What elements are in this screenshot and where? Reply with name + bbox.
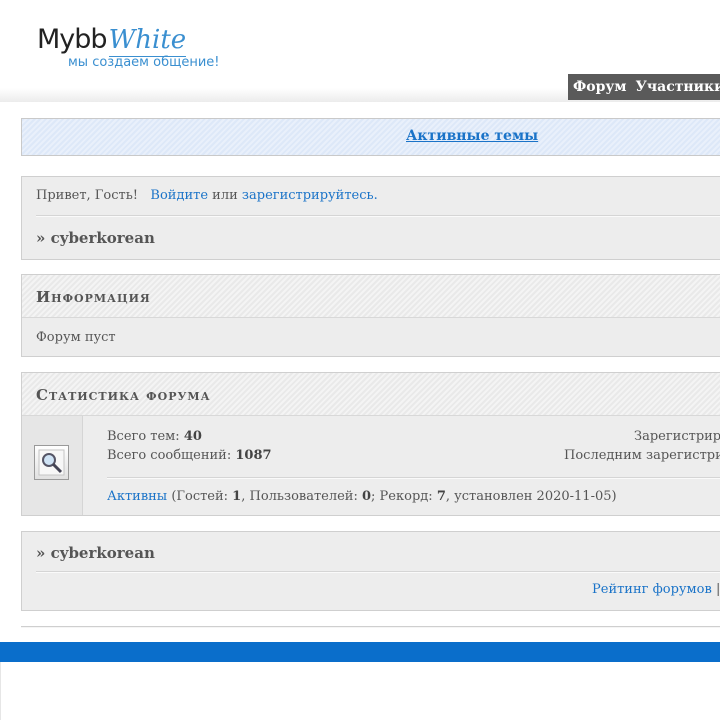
register-link[interactable]: зарегистрируйтесь.	[242, 188, 378, 203]
logo-main-text: Mybb	[37, 24, 108, 55]
divider	[36, 215, 720, 217]
active-topics-bar: Активные темы	[21, 118, 720, 156]
stat-posts: Всего сообщений: 1087	[107, 448, 272, 463]
stat-registered: Зарегистрир	[634, 429, 720, 444]
divider	[36, 571, 720, 573]
guests-label: (Гостей:	[171, 489, 229, 504]
bottom-panel: » cyberkorean Рейтинг форумов |	[21, 531, 720, 611]
posts-value: 1087	[235, 448, 272, 463]
info-panel: Информация Форум пуст	[21, 274, 720, 357]
breadcrumb-bottom[interactable]: » cyberkorean	[36, 544, 155, 562]
guest-greeting: Привет, Гость!	[36, 188, 139, 203]
posts-label: Всего сообщений:	[107, 448, 232, 463]
info-title: Информация	[36, 288, 151, 306]
stat-last-registered: Последним зарегистри	[564, 448, 720, 463]
welcome-line: Привет, Гость! Войдите или зарегистрируй…	[36, 188, 378, 203]
record-date: , установлен 2020-11-05)	[445, 489, 617, 504]
or-text: или	[212, 188, 238, 203]
login-link[interactable]: Войдите	[150, 188, 208, 203]
nav-item-members[interactable]: Участники	[636, 79, 720, 95]
record-label: ; Рекорд:	[371, 489, 433, 504]
active-topics-link[interactable]: Активные темы	[406, 128, 538, 144]
record-value: 7	[436, 489, 446, 504]
users-label: , Пользователей:	[241, 489, 358, 504]
divider	[107, 477, 720, 479]
logo-accent-text: White	[108, 25, 187, 57]
breadcrumb[interactable]: » cyberkorean	[36, 229, 155, 247]
stats-title: Статистика форума	[36, 386, 211, 404]
guests-value: 1	[232, 489, 242, 504]
stat-topics: Всего тем: 40	[107, 429, 202, 444]
info-header: Информация	[22, 275, 720, 318]
topics-value: 40	[183, 429, 202, 444]
stats-panel: Статистика форума Всего тем: 40 Всего со…	[21, 372, 720, 516]
site-logo[interactable]: MybbWhite мы создаем общение!	[37, 24, 219, 70]
stats-header: Статистика форума	[22, 373, 720, 416]
topics-label: Всего тем:	[107, 429, 180, 444]
forum-empty-message: Форум пуст	[36, 330, 116, 345]
nav-item-forum[interactable]: Форум	[573, 79, 627, 95]
footer-bar	[0, 642, 720, 662]
rating-line: Рейтинг форумов |	[592, 582, 720, 597]
magnifier-icon	[34, 445, 69, 480]
logo-slogan: мы создаем общение!	[68, 55, 220, 70]
online-stats: Активны (Гостей: 1, Пользователей: 0; Ре…	[107, 489, 617, 504]
active-users-link[interactable]: Активны	[107, 489, 167, 504]
footer	[0, 662, 720, 720]
header: MybbWhite мы создаем общение! Форум Учас…	[0, 0, 720, 102]
stats-icon-cell	[22, 416, 83, 515]
rating-separator: |	[715, 582, 720, 597]
users-value: 0	[362, 489, 372, 504]
top-navigation: Форум Участники	[568, 74, 720, 100]
forum-rating-link[interactable]: Рейтинг форумов	[592, 582, 712, 597]
page-divider	[21, 626, 720, 628]
welcome-panel: Привет, Гость! Войдите или зарегистрируй…	[21, 176, 720, 260]
